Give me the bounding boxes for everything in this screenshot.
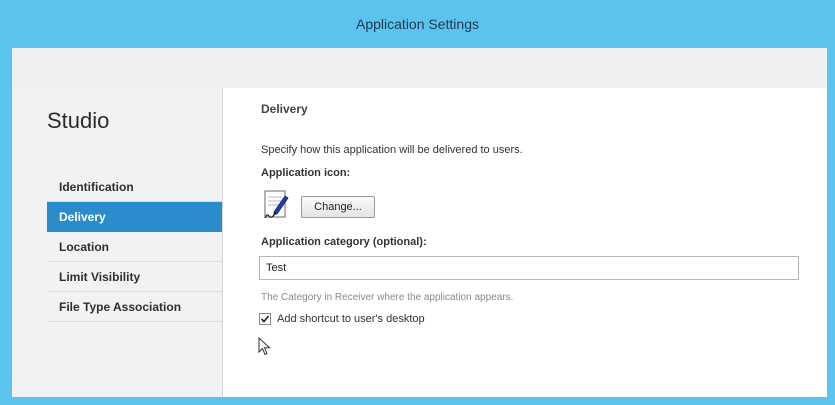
sidebar-item-label: Delivery bbox=[59, 210, 106, 224]
sidebar-item-location[interactable]: Location bbox=[47, 232, 222, 262]
sidebar-item-delivery[interactable]: Delivery bbox=[47, 202, 237, 232]
sidebar-item-label: File Type Association bbox=[59, 300, 182, 314]
add-shortcut-checkbox[interactable] bbox=[259, 313, 271, 325]
add-shortcut-option[interactable]: Add shortcut to user's desktop bbox=[259, 313, 425, 325]
sidebar-item-label: Limit Visibility bbox=[59, 270, 141, 284]
sidebar-item-limit-visibility[interactable]: Limit Visibility bbox=[47, 262, 222, 292]
category-hint: The Category in Receiver where the appli… bbox=[261, 292, 514, 303]
window-border-left bbox=[0, 48, 12, 405]
application-category-label: Application category (optional): bbox=[261, 236, 427, 248]
delivery-panel: Delivery Specify how this application wi… bbox=[222, 88, 827, 397]
mouse-pointer-icon bbox=[258, 336, 272, 357]
sidebar-item-file-type-association[interactable]: File Type Association bbox=[47, 292, 222, 322]
checkmark-icon bbox=[260, 315, 270, 323]
change-icon-button[interactable]: Change... bbox=[301, 196, 375, 218]
window-border-right bbox=[827, 48, 835, 405]
sidebar-item-identification[interactable]: Identification bbox=[47, 172, 222, 202]
section-description: Specify how this application will be del… bbox=[261, 144, 523, 156]
add-shortcut-label: Add shortcut to user's desktop bbox=[277, 313, 425, 325]
sidebar-item-label: Identification bbox=[59, 180, 134, 194]
notepad-pen-icon bbox=[261, 188, 291, 220]
sidebar-item-label: Location bbox=[59, 240, 109, 254]
sidebar-nav: Identification Delivery Location Limit V… bbox=[47, 172, 237, 322]
window-title: Application Settings bbox=[356, 16, 479, 32]
application-icon-label: Application icon: bbox=[261, 167, 351, 179]
application-category-input[interactable] bbox=[259, 256, 799, 280]
studio-title: Studio bbox=[47, 108, 110, 133]
window-titlebar: Application Settings bbox=[0, 0, 835, 48]
window-border-bottom bbox=[0, 397, 835, 405]
section-title: Delivery bbox=[261, 102, 308, 116]
